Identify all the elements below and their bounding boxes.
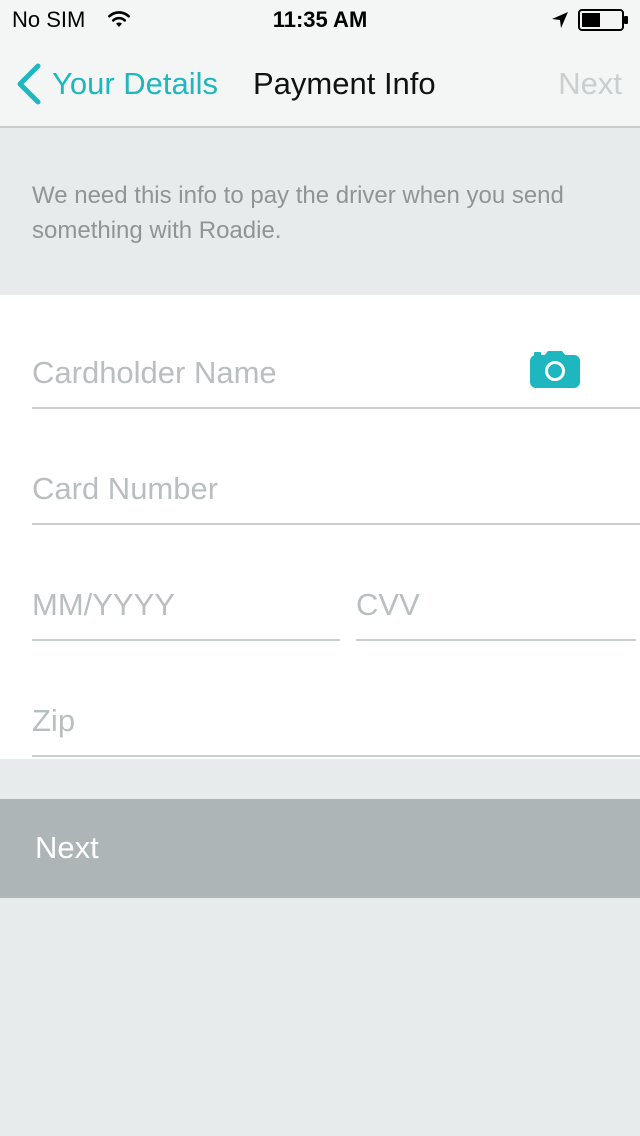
- card-number-field[interactable]: Card Number: [32, 409, 640, 525]
- next-button-label: Next: [35, 830, 99, 865]
- cvv-field[interactable]: CVV: [356, 525, 636, 641]
- info-section: We need this info to pay the driver when…: [0, 128, 640, 295]
- next-button[interactable]: Next: [0, 799, 640, 898]
- back-button[interactable]: Your Details: [14, 40, 218, 128]
- battery-icon: [578, 9, 628, 31]
- expiry-date-placeholder: MM/YYYY: [32, 587, 175, 622]
- payment-form: Cardholder Name Card Number MM/YYYY CVV …: [0, 295, 640, 759]
- status-bar: No SIM 11:35 AM: [0, 0, 640, 40]
- info-text: We need this info to pay the driver when…: [32, 182, 564, 244]
- cardholder-name-placeholder: Cardholder Name: [32, 355, 277, 390]
- nav-next-button[interactable]: Next: [558, 66, 622, 102]
- navigation-bar: Your Details Payment Info Next: [0, 40, 640, 128]
- camera-icon[interactable]: [530, 350, 580, 388]
- status-time: 11:35 AM: [272, 7, 368, 32]
- back-button-label: Your Details: [52, 66, 219, 101]
- location-arrow-icon: [552, 12, 568, 28]
- chevron-left-icon: [17, 63, 41, 105]
- expiry-date-field[interactable]: MM/YYYY: [32, 525, 340, 641]
- page-title: Payment Info: [253, 66, 436, 101]
- zip-placeholder: Zip: [32, 703, 76, 738]
- cvv-placeholder: CVV: [356, 587, 420, 622]
- zip-field[interactable]: Zip: [32, 641, 640, 757]
- card-number-placeholder: Card Number: [32, 471, 219, 506]
